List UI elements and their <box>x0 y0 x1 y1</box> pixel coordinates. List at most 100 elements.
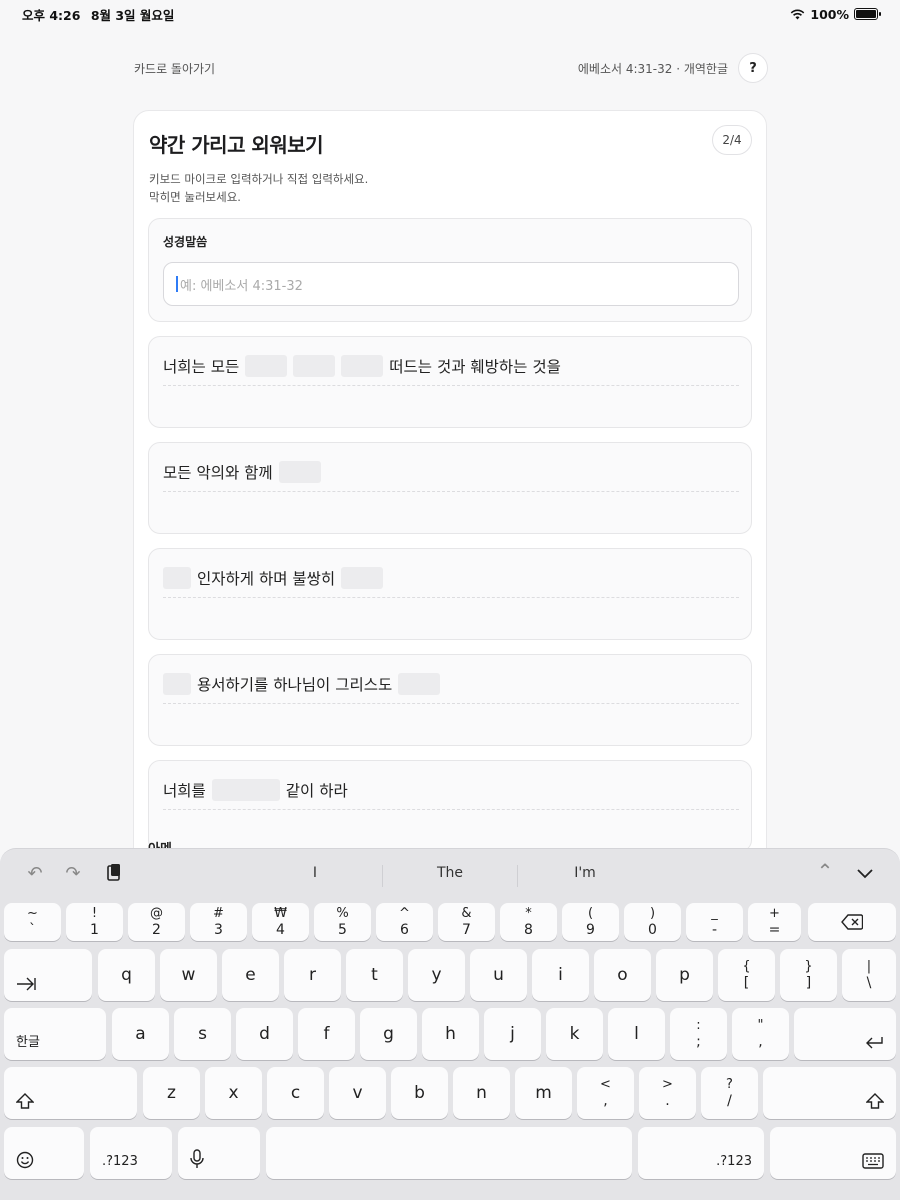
numbers-key-left[interactable]: .?123 <box>90 1127 172 1179</box>
verse-line-2[interactable]: 모든 악의와 함께 <box>148 442 752 534</box>
key-9[interactable]: (9 <box>562 903 619 941</box>
answer-line <box>163 809 739 810</box>
key-l[interactable]: l <box>608 1008 665 1060</box>
shift-key-left[interactable] <box>4 1067 137 1119</box>
key-m[interactable]: m <box>515 1067 572 1119</box>
key-7[interactable]: & 7 <box>438 903 495 941</box>
key-q[interactable]: q <box>98 949 155 1001</box>
key-semicolon[interactable]: :; <box>670 1008 727 1060</box>
hidden-word-blank[interactable] <box>341 567 384 589</box>
suggestion-1[interactable]: I <box>300 865 330 881</box>
verse-line-5[interactable]: 너희를 같이 하라 <box>148 760 752 852</box>
dictation-key[interactable] <box>178 1127 260 1179</box>
key-a[interactable]: a <box>112 1008 169 1060</box>
hidden-word-blank[interactable] <box>163 673 191 695</box>
text-caret <box>176 276 178 292</box>
chevron-up-icon[interactable]: ⌃ <box>814 859 836 883</box>
key-t[interactable]: t <box>346 949 403 1001</box>
shift-key-right[interactable] <box>763 1067 896 1119</box>
key-z[interactable]: z <box>143 1067 200 1119</box>
paste-icon[interactable] <box>103 863 125 887</box>
numbers-key-right[interactable]: .?123 <box>638 1127 764 1179</box>
key-x[interactable]: x <box>205 1067 262 1119</box>
suggestion-3[interactable]: I'm <box>555 865 615 881</box>
suggestion-2[interactable]: The <box>420 865 480 881</box>
verse-reference-input[interactable]: 예: 에베소서 4:31-32 <box>163 262 739 306</box>
key-period[interactable]: >. <box>639 1067 696 1119</box>
hidden-word-blank[interactable] <box>278 461 321 483</box>
shift-icon <box>866 1093 884 1109</box>
hidden-word-blank[interactable] <box>293 355 336 377</box>
key-1[interactable]: ! 1 <box>66 903 123 941</box>
key-j[interactable]: j <box>484 1008 541 1060</box>
key-3[interactable]: #3 <box>190 903 247 941</box>
key-comma[interactable]: <, <box>577 1067 634 1119</box>
key-d[interactable]: d <box>236 1008 293 1060</box>
key-minus[interactable]: _ - <box>686 903 743 941</box>
back-to-cards-link[interactable]: 카드로 돌아가기 <box>134 60 215 77</box>
key-equals[interactable]: + = <box>748 903 801 941</box>
key-0[interactable]: ) 0 <box>624 903 681 941</box>
key-u[interactable]: u <box>470 949 527 1001</box>
hidden-word-blank[interactable] <box>245 355 288 377</box>
line-segment: 인자하게 하며 불쌍히 <box>197 570 336 588</box>
key-g[interactable]: g <box>360 1008 417 1060</box>
line-segment: 용서하기를 하나님이 그리스도 <box>197 676 393 694</box>
line-segment: 같이 하라 <box>285 782 348 800</box>
card-description: 키보드 마이크로 입력하거나 직접 입력하세요. 막히면 눌러보세요. <box>149 170 752 206</box>
key-6[interactable]: ^ 6 <box>376 903 433 941</box>
backspace-key[interactable] <box>808 903 896 941</box>
chevron-down-icon[interactable] <box>854 863 876 884</box>
memorize-card: 약간 가리고 외워보기 2/4 키보드 마이크로 입력하거나 직접 입력하세요.… <box>133 110 767 870</box>
key-right-bracket[interactable]: }] <box>780 949 837 1001</box>
key-slash[interactable]: ? / <box>701 1067 758 1119</box>
key-quote[interactable]: ", <box>732 1008 789 1060</box>
hidden-word-blank[interactable] <box>341 355 384 377</box>
emoji-key[interactable] <box>4 1127 84 1179</box>
key-4[interactable]: ₩4 <box>252 903 309 941</box>
key-o[interactable]: o <box>594 949 651 1001</box>
return-key[interactable] <box>794 1008 896 1060</box>
key-e[interactable]: e <box>222 949 279 1001</box>
key-w[interactable]: w <box>160 949 217 1001</box>
hidden-word-blank[interactable] <box>211 779 280 801</box>
key-p[interactable]: p <box>656 949 713 1001</box>
key-i[interactable]: i <box>532 949 589 1001</box>
key-f[interactable]: f <box>298 1008 355 1060</box>
language-key[interactable]: 한글 <box>4 1008 106 1060</box>
key-c[interactable]: c <box>267 1067 324 1119</box>
suggestion-divider <box>382 865 383 887</box>
key-5[interactable]: % 5 <box>314 903 371 941</box>
status-time: 오후 4:26 <box>22 7 81 23</box>
key-backtick[interactable]: ~ ` <box>4 903 61 941</box>
card-title: 약간 가리고 외워보기 <box>149 133 324 157</box>
undo-icon[interactable]: ↶ <box>24 863 46 884</box>
key-2[interactable]: @2 <box>128 903 185 941</box>
key-left-bracket[interactable]: {[ <box>718 949 775 1001</box>
help-button[interactable]: ? <box>738 53 768 83</box>
key-n[interactable]: n <box>453 1067 510 1119</box>
answer-line <box>163 491 739 492</box>
key-b[interactable]: b <box>391 1067 448 1119</box>
hidden-word-blank[interactable] <box>398 673 441 695</box>
key-k[interactable]: k <box>546 1008 603 1060</box>
key-s[interactable]: s <box>174 1008 231 1060</box>
key-h[interactable]: h <box>422 1008 479 1060</box>
verse-line-4[interactable]: 용서하기를 하나님이 그리스도 <box>148 654 752 746</box>
hide-keyboard-key[interactable] <box>770 1127 896 1179</box>
line-segment: 너희를 <box>163 782 206 800</box>
key-r[interactable]: r <box>284 949 341 1001</box>
answer-line <box>163 597 739 598</box>
hidden-word-blank[interactable] <box>163 567 191 589</box>
redo-icon[interactable]: ↷ <box>62 863 84 884</box>
space-key[interactable] <box>266 1127 632 1179</box>
key-v[interactable]: v <box>329 1067 386 1119</box>
key-backslash[interactable]: | \ <box>842 949 896 1001</box>
verse-line-1[interactable]: 너희는 모든 떠드는 것과 훼방하는 것을 <box>148 336 752 428</box>
microphone-icon <box>190 1149 204 1168</box>
key-y[interactable]: y <box>408 949 465 1001</box>
tab-key[interactable] <box>4 949 92 1001</box>
step-badge: 2/4 <box>712 125 752 155</box>
key-8[interactable]: * 8 <box>500 903 557 941</box>
verse-line-3[interactable]: 인자하게 하며 불쌍히 <box>148 548 752 640</box>
